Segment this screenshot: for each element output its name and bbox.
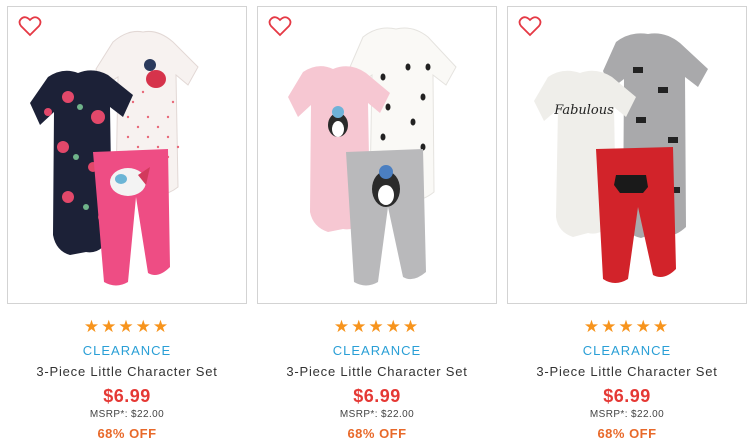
sale-price: $6.99 xyxy=(353,386,401,406)
product-photo-penguin-set xyxy=(288,27,457,286)
sale-price: $6.99 xyxy=(603,386,651,406)
product-image[interactable] xyxy=(7,6,247,304)
product-name-link[interactable]: 3-Piece Little Character Set xyxy=(507,364,747,379)
heart-icon[interactable] xyxy=(268,15,292,37)
star-icon: ★ xyxy=(83,317,102,336)
discount-label: 68% OFF xyxy=(597,426,657,441)
outfit-print-text: Fabulous xyxy=(553,103,614,118)
star-icon: ★ xyxy=(618,317,636,336)
msrp-price: MSRP*: $22.00 xyxy=(589,409,665,420)
discount-label: 68% OFF xyxy=(97,426,157,441)
clearance-badge: CLEARANCE xyxy=(82,343,172,358)
star-icon: ★ xyxy=(368,317,386,336)
product-name-link[interactable]: 3-Piece Little Character Set xyxy=(257,364,497,379)
msrp-price: MSRP*: $22.00 xyxy=(339,409,415,420)
product-card[interactable]: ★★★★★ CLEARANCE 3-Piece Little Character… xyxy=(7,6,247,441)
msrp-price: MSRP*: $22.00 xyxy=(89,409,165,420)
product-name-link[interactable]: 3-Piece Little Character Set xyxy=(7,364,247,379)
star-icon: ★ xyxy=(152,317,171,336)
product-card[interactable]: ★★★★★ CLEARANCE 3-Piece Little Character… xyxy=(257,6,497,441)
star-icon: ★ xyxy=(583,317,602,336)
product-photo-scottie-set: Fabulous xyxy=(534,33,708,283)
star-icon: ★ xyxy=(333,317,352,336)
star-icon: ★ xyxy=(351,317,369,336)
discount-label: 68% OFF xyxy=(347,426,407,441)
clearance-badge: CLEARANCE xyxy=(582,343,672,358)
sale-price: $6.99 xyxy=(103,386,151,406)
star-icon: ★ xyxy=(402,317,421,336)
clearance-badge: CLEARANCE xyxy=(332,343,422,358)
star-icon: ★ xyxy=(601,317,619,336)
product-photo-floral-set xyxy=(30,31,199,286)
star-icon: ★ xyxy=(652,317,671,336)
star-icon: ★ xyxy=(135,317,153,336)
heart-icon[interactable] xyxy=(18,15,42,37)
star-icon: ★ xyxy=(118,317,136,336)
product-image[interactable] xyxy=(257,6,497,304)
product-card[interactable]: Fabulous ★★★★★ CLEARANCE 3-Piece Little … xyxy=(507,6,747,441)
rating-stars: ★★★★★ xyxy=(507,317,747,337)
star-icon: ★ xyxy=(101,317,119,336)
heart-icon[interactable] xyxy=(518,15,542,37)
star-icon: ★ xyxy=(385,317,403,336)
rating-stars: ★★★★★ xyxy=(257,317,497,337)
rating-stars: ★★★★★ xyxy=(7,317,247,337)
product-grid: ★★★★★ CLEARANCE 3-Piece Little Character… xyxy=(0,0,750,447)
star-icon: ★ xyxy=(635,317,653,336)
product-image[interactable]: Fabulous xyxy=(507,6,747,304)
